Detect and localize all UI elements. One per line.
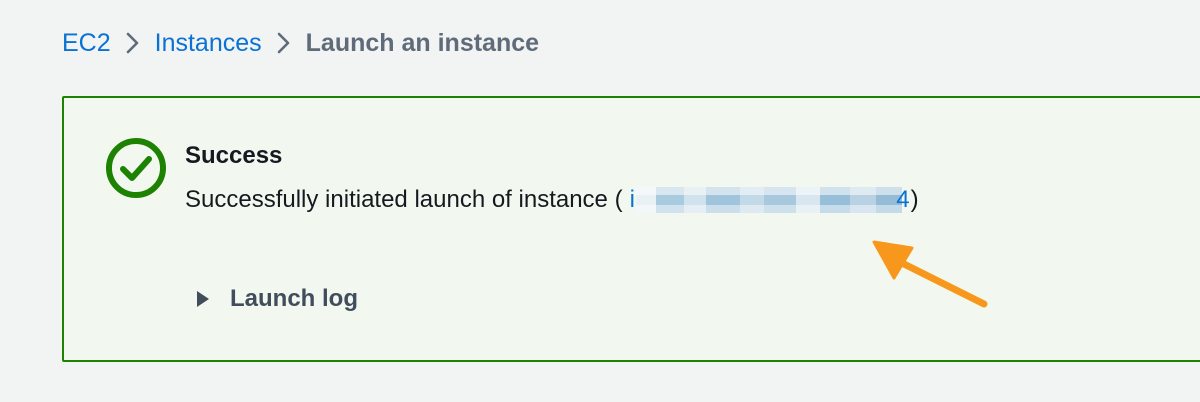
chevron-right-icon	[111, 26, 155, 60]
redacted-instance-id	[635, 187, 902, 213]
breadcrumb: EC2 Instances Launch an instance	[62, 26, 539, 60]
breadcrumb-current-page: Launch an instance	[305, 28, 540, 57]
instance-id-link[interactable]: i 4	[624, 185, 910, 215]
instance-id-start: i	[629, 186, 635, 213]
breadcrumb-link-instances[interactable]: Instances	[155, 29, 262, 58]
check-circle-icon	[104, 136, 168, 200]
flash-message-suffix: )	[910, 186, 919, 213]
flash-message-text: Successfully initiated launch of instanc…	[185, 186, 623, 213]
flash-message: Successfully initiated launch of instanc…	[185, 185, 919, 215]
arrow-icon	[872, 240, 988, 308]
breadcrumb-link-ec2[interactable]: EC2	[62, 29, 111, 58]
instance-id-end: 4	[896, 186, 910, 213]
flash-title: Success	[185, 142, 283, 169]
chevron-right-icon	[262, 26, 306, 60]
launch-log-label: Launch log	[230, 285, 358, 312]
caret-right-icon	[197, 291, 209, 307]
launch-log-expander[interactable]: Launch log	[197, 282, 358, 316]
success-flash-message: Success Successfully initiated launch of…	[62, 96, 1200, 362]
